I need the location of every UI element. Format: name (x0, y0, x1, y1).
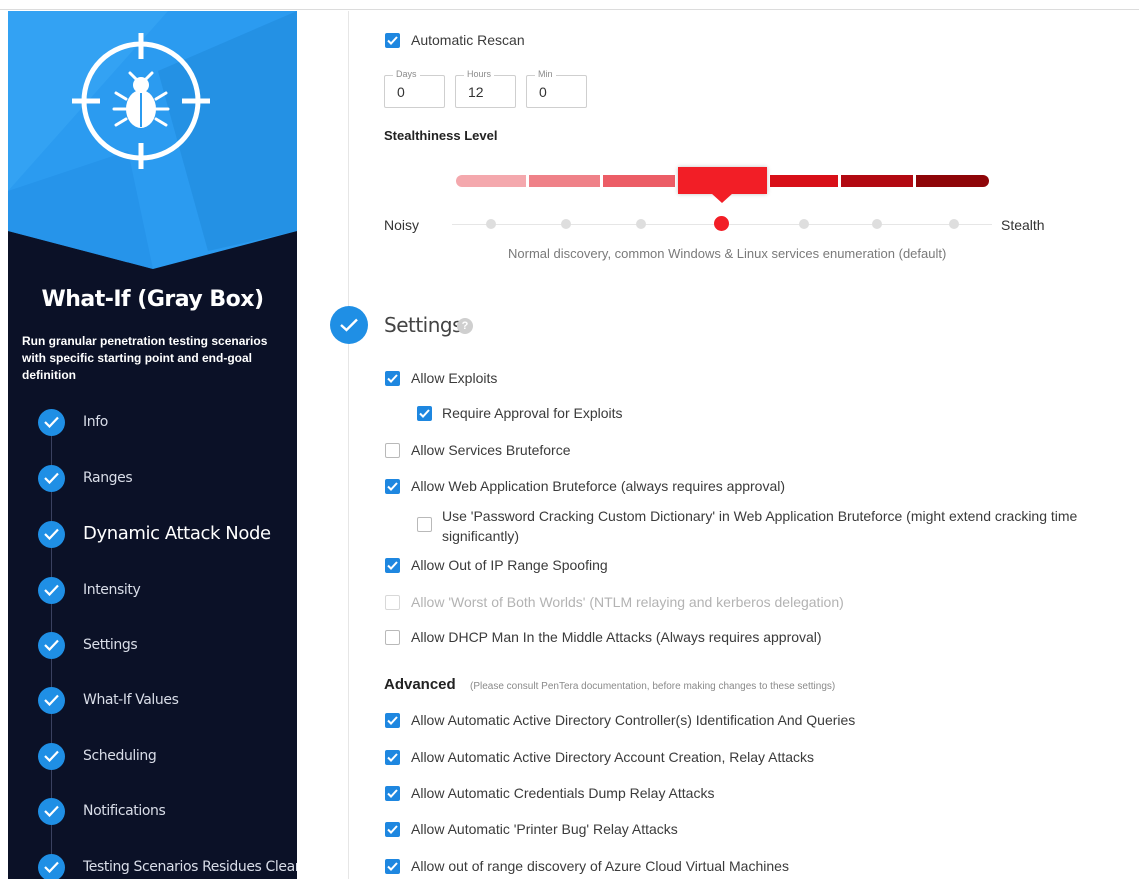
step-notifications[interactable]: Notifications (38, 798, 293, 826)
ad-controller-checkbox[interactable] (385, 713, 400, 728)
slider-thumb[interactable] (714, 216, 729, 231)
top-divider (0, 9, 1139, 10)
azure-discovery-checkbox[interactable] (385, 859, 400, 874)
step-label: Notifications (83, 803, 166, 819)
slider-stop[interactable] (799, 219, 809, 229)
slider-stop[interactable] (872, 219, 882, 229)
ip-range-spoofing-label: Allow Out of IP Range Spoofing (411, 557, 608, 573)
step-info[interactable]: Info (38, 409, 293, 437)
credentials-dump-checkbox[interactable] (385, 786, 400, 801)
step-settings[interactable]: Settings (38, 632, 293, 660)
stealth-label: Stealth (1001, 217, 1045, 233)
credentials-dump-label: Allow Automatic Credentials Dump Relay A… (411, 785, 715, 801)
slider-stop[interactable] (949, 219, 959, 229)
stealth-segment-3[interactable] (603, 175, 675, 187)
automatic-rescan-label: Automatic Rescan (411, 32, 525, 48)
services-bruteforce-checkbox[interactable] (385, 443, 400, 458)
settings-section-check-icon (330, 306, 368, 344)
step-label: Intensity (83, 582, 141, 598)
noisy-label: Noisy (384, 217, 420, 233)
min-input[interactable]: Min 0 (526, 69, 587, 108)
step-label: Info (83, 414, 108, 430)
allow-exploits-label: Allow Exploits (411, 370, 498, 386)
web-app-bruteforce-label: Allow Web Application Bruteforce (always… (411, 478, 786, 494)
step-check-icon (38, 521, 65, 548)
advanced-heading: Advanced (384, 676, 456, 693)
custom-dictionary-label: Use 'Password Cracking Custom Dictionary… (442, 508, 1078, 544)
stealth-segment-7[interactable] (916, 175, 989, 187)
min-value: 0 (539, 84, 547, 100)
ip-range-spoofing-checkbox[interactable] (385, 558, 400, 573)
step-check-icon (38, 632, 65, 659)
slider-stop[interactable] (561, 219, 571, 229)
ad-controller-label: Allow Automatic Active Directory Control… (411, 712, 856, 728)
ad-account-creation-checkbox[interactable] (385, 750, 400, 765)
hours-legend: Hours (464, 69, 495, 79)
worst-of-both-worlds-checkbox[interactable] (385, 595, 400, 610)
require-approval-label: Require Approval for Exploits (442, 405, 623, 421)
slider-stop[interactable] (486, 219, 496, 229)
stealth-segment-1[interactable] (456, 175, 526, 187)
worst-of-both-worlds-label: Allow 'Worst of Both Worlds' (NTLM relay… (411, 594, 844, 610)
min-legend: Min (535, 69, 556, 79)
hours-value: 12 (468, 84, 484, 100)
step-label: Dynamic Attack Node (83, 523, 271, 544)
stealth-pointer-icon (711, 193, 733, 203)
help-icon[interactable]: ? (457, 318, 473, 334)
step-residues-cleanup[interactable]: Testing Scenarios Residues Cleanup (38, 854, 297, 879)
stealth-segment-6[interactable] (841, 175, 913, 187)
days-legend: Days (393, 69, 420, 79)
step-label: Ranges (83, 470, 133, 486)
stealth-segment-selected[interactable] (678, 167, 767, 194)
stealth-description: Normal discovery, common Windows & Linux… (508, 246, 947, 261)
stealth-segment-5[interactable] (770, 175, 838, 187)
step-label: Settings (83, 637, 138, 653)
ad-account-creation-label: Allow Automatic Active Directory Account… (411, 749, 815, 765)
days-value: 0 (397, 84, 405, 100)
printer-bug-checkbox[interactable] (385, 822, 400, 837)
step-check-icon (38, 854, 65, 879)
allow-exploits-checkbox[interactable] (385, 371, 400, 386)
step-check-icon (38, 687, 65, 714)
slider-stop[interactable] (636, 219, 646, 229)
days-input[interactable]: Days 0 (384, 69, 445, 108)
wizard-steps: Info Ranges Dynamic Attack Node Intensit… (8, 11, 297, 879)
stealthiness-heading: Stealthiness Level (384, 128, 498, 143)
advanced-note: (Please consult PenTera documentation, b… (470, 681, 836, 692)
step-check-icon (38, 577, 65, 604)
step-check-icon (38, 409, 65, 436)
step-check-icon (38, 798, 65, 825)
hours-input[interactable]: Hours 12 (455, 69, 516, 108)
stealth-segment-2[interactable] (529, 175, 600, 187)
step-check-icon (38, 465, 65, 492)
step-check-icon (38, 743, 65, 770)
custom-dictionary-checkbox[interactable] (417, 517, 432, 532)
step-label: What-If Values (83, 692, 179, 708)
step-what-if-values[interactable]: What-If Values (38, 687, 293, 715)
printer-bug-label: Allow Automatic 'Printer Bug' Relay Atta… (411, 821, 678, 837)
azure-discovery-label: Allow out of range discovery of Azure Cl… (411, 858, 789, 874)
step-label: Scheduling (83, 748, 157, 764)
step-label: Testing Scenarios Residues Cleanup (83, 859, 297, 875)
wizard-sidebar: What-If (Gray Box) Run granular penetrat… (8, 11, 297, 879)
require-approval-checkbox[interactable] (417, 406, 432, 421)
step-dynamic-attack-node[interactable]: Dynamic Attack Node (38, 521, 293, 549)
step-scheduling[interactable]: Scheduling (38, 743, 293, 771)
timeline-divider (348, 11, 349, 879)
step-intensity[interactable]: Intensity (38, 577, 293, 605)
dhcp-mitm-label: Allow DHCP Man In the Middle Attacks (Al… (411, 629, 822, 645)
settings-heading: Settings (384, 313, 463, 337)
dhcp-mitm-checkbox[interactable] (385, 630, 400, 645)
step-ranges[interactable]: Ranges (38, 465, 293, 493)
automatic-rescan-checkbox[interactable] (385, 33, 400, 48)
web-app-bruteforce-checkbox[interactable] (385, 479, 400, 494)
services-bruteforce-label: Allow Services Bruteforce (411, 442, 571, 458)
